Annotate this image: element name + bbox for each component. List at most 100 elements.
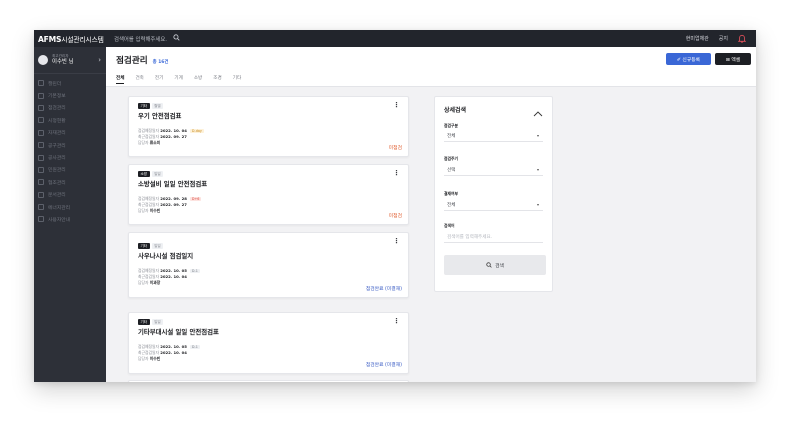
more-options-icon[interactable]: ⋮ — [393, 101, 400, 109]
card-title: 소방설비 일일 안전점검표 — [138, 180, 208, 188]
sidebar-item-label: 캘린더 — [48, 81, 62, 87]
sidebar-item-energy[interactable]: 에너지관리 — [34, 201, 106, 213]
sidebar-item-construction[interactable]: 공사관리 — [34, 151, 106, 163]
sidebar-item-label: 협조관리 — [48, 180, 66, 186]
sidebar-item-documents[interactable]: 문서관리 — [34, 189, 106, 201]
sidebar-item-inspection[interactable]: 점검관리 — [34, 102, 106, 114]
category-badge: 기타 — [138, 103, 150, 109]
page-title: 점검관리 — [116, 56, 148, 66]
checklist-icon — [38, 104, 44, 111]
tab-machine[interactable]: 기계 — [174, 75, 182, 84]
search-button-label: 검색 — [495, 263, 504, 269]
tab-other[interactable]: 기타 — [233, 75, 241, 84]
handshake-icon — [38, 179, 44, 186]
sidebar-item-complaints[interactable]: 민원관리 — [34, 164, 106, 176]
cycle-select[interactable]: 선택 ▾ — [444, 164, 543, 176]
search-icon[interactable] — [173, 34, 180, 43]
app-window: AFMS시설관리시스템 검색어를 입력해주세요. 현미업체관 공지 최고관리자 … — [34, 30, 756, 382]
page-background: AFMS시설관리시스템 검색어를 입력해주세요. 현미업체관 공지 최고관리자 … — [0, 0, 792, 441]
top-link-notice[interactable]: 공지 — [719, 35, 728, 42]
chevron-down-icon: ▾ — [536, 133, 539, 138]
tab-architecture[interactable]: 건축 — [135, 75, 143, 84]
sidebar-item-label: 문서관리 — [48, 193, 66, 199]
new-register-button[interactable]: ✐ 신규등록 — [666, 53, 711, 65]
chevron-right-icon[interactable]: › — [98, 56, 101, 64]
status-icon — [38, 117, 44, 124]
owner-row: 담당자 류소미 — [138, 140, 161, 145]
dday-badge: D-day — [189, 129, 204, 133]
inspection-card[interactable]: 기타 일일 ⋮ 기타부대시설 일일 안전점검표 점검예정일자 2022. 10. … — [128, 312, 409, 374]
inspection-card[interactable]: 소방월별 ⋮ — [128, 380, 409, 382]
keyword-input[interactable]: 검색어를 입력해주세요. — [444, 231, 543, 243]
bell-icon[interactable] — [737, 34, 747, 43]
cycle-badge: 일일 — [151, 319, 164, 325]
cycle-badge: 월별 — [151, 103, 164, 109]
sidebar-item-calendar[interactable]: 캘린더 — [34, 77, 106, 89]
keyword-label: 검색어 — [444, 223, 455, 228]
avatar — [38, 55, 48, 65]
top-link-company[interactable]: 현미업체관 — [686, 35, 709, 42]
search-button[interactable]: 검색 — [444, 255, 546, 275]
info-icon — [38, 92, 44, 99]
status-text: 점검완료 (미결재) — [365, 287, 402, 292]
sidebar-item-label: 공사관리 — [48, 156, 66, 162]
owner-row: 담당자 이수빈 — [138, 208, 161, 213]
card-title: 사우나시설 점검일지 — [138, 252, 194, 260]
tab-landscape[interactable]: 조경 — [213, 75, 221, 84]
search-input[interactable]: 검색어를 입력해주세요. — [114, 35, 167, 43]
global-search[interactable]: 검색어를 입력해주세요. — [114, 34, 196, 43]
top-bar: AFMS시설관리시스템 검색어를 입력해주세요. 현미업체관 공지 — [34, 30, 756, 47]
approval-select[interactable]: 전체 ▾ — [444, 199, 543, 211]
sidebar-item-materials[interactable]: 자재관리 — [34, 127, 106, 139]
sidebar-item-label: 기본정보 — [48, 94, 66, 100]
sidebar-menu: 캘린더 기본정보 점검관리 시정현황 자재관리 공구관리 공사관리 민원관리 협… — [34, 74, 106, 226]
chevron-up-icon[interactable] — [533, 103, 543, 117]
sidebar-item-tools[interactable]: 공구관리 — [34, 139, 106, 151]
status-text: 점검완료 (미결재) — [365, 363, 402, 368]
dday-badge: D-1 — [189, 345, 200, 349]
sidebar-item-label: 민원관리 — [48, 168, 66, 174]
tab-all[interactable]: 전체 — [116, 75, 125, 84]
category-badge: 기타 — [138, 243, 150, 249]
app-logo[interactable]: AFMS시설관리시스템 — [34, 34, 106, 44]
status-text: 미점검 — [388, 214, 402, 219]
inspection-card[interactable]: 기타 일일 ⋮ 사우나시설 점검일지 점검예정일자 2022. 10. 05 D-1… — [128, 232, 409, 298]
message-icon — [38, 166, 44, 173]
tab-fire[interactable]: 소방 — [194, 75, 202, 84]
logo-main: AFMS — [38, 34, 62, 44]
sidebar-item-guide[interactable]: 사용자안내 — [34, 213, 106, 225]
approval-label: 결재여부 — [444, 191, 458, 196]
card-title: 우기 안전점검표 — [138, 112, 182, 120]
hammer-icon — [38, 154, 44, 161]
tab-electric[interactable]: 전기 — [155, 75, 163, 84]
sidebar-item-label: 자재관리 — [48, 131, 66, 137]
type-select[interactable]: 전체 ▾ — [444, 130, 543, 142]
owner-row: 담당자 이과장 — [138, 280, 161, 285]
more-options-icon[interactable]: ⋮ — [393, 317, 400, 325]
chevron-down-icon: ▾ — [536, 202, 539, 207]
card-title: 기타부대시설 일일 안전점검표 — [138, 328, 219, 336]
inspection-card[interactable]: 기타 월별 ⋮ 우기 안전점검표 점검예정일자 2022. 10. 04 D-day… — [128, 96, 409, 157]
detail-search-panel: 상세검색 점검구분 전체 ▾ 점검주기 선택 ▾ 결재여부 전체 ▾ 검색어 검색어를… — [434, 96, 553, 292]
sidebar-item-label: 에너지관리 — [48, 205, 71, 211]
wrench-icon — [38, 142, 44, 149]
cycle-label: 점검주기 — [444, 156, 458, 161]
chevron-down-icon: ▾ — [536, 167, 539, 172]
page-header: 점검관리 총 16건 ✐ 신규등록 ⊞ 엑셀 전체 건축 전기 기계 소방 조경… — [106, 47, 756, 87]
more-options-icon[interactable]: ⋮ — [393, 169, 400, 177]
sidebar-item-status[interactable]: 시정현황 — [34, 114, 106, 126]
user-profile[interactable]: 최고관리자 이수빈 님 › — [34, 47, 106, 74]
inspection-card[interactable]: 소방 일일 ⋮ 소방설비 일일 안전점검표 점검예정일자 2022. 09. 28… — [128, 164, 409, 225]
owner-row: 담당자 이수빈 — [138, 356, 161, 361]
sidebar-item-label: 시정현황 — [48, 118, 66, 124]
total-count: 총 16건 — [152, 60, 169, 65]
sidebar-item-cooperation[interactable]: 협조관리 — [34, 176, 106, 188]
excel-button[interactable]: ⊞ 엑셀 — [715, 53, 751, 65]
energy-icon — [38, 204, 44, 211]
sidebar-item-basic-info[interactable]: 기본정보 — [34, 89, 106, 101]
sidebar: 최고관리자 이수빈 님 › 캘린더 기본정보 점검관리 시정현황 자재관리 공구… — [34, 47, 106, 382]
search-icon — [486, 262, 492, 268]
guide-icon — [38, 216, 44, 223]
more-options-icon[interactable]: ⋮ — [393, 237, 400, 245]
sidebar-item-label: 점검관리 — [48, 106, 66, 112]
